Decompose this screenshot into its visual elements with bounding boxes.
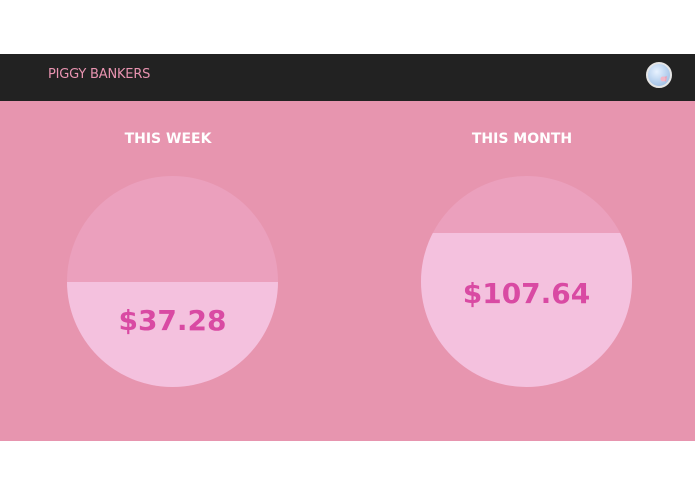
week-savings-gauge: $37.28 bbox=[67, 176, 278, 387]
week-savings-amount: $37.28 bbox=[118, 304, 227, 337]
app-brand-title[interactable]: PIGGY BANKERS bbox=[48, 67, 150, 82]
month-period-label: THIS MONTH bbox=[471, 131, 573, 147]
savings-dashboard: THIS WEEK $37.28 THIS MONTH $107.64 bbox=[0, 101, 695, 441]
user-avatar-icon[interactable] bbox=[646, 62, 672, 88]
month-savings-amount: $107.64 bbox=[462, 277, 591, 310]
month-savings-gauge: $107.64 bbox=[421, 176, 632, 387]
top-navbar: PIGGY BANKERS bbox=[0, 54, 695, 101]
week-period-label: THIS WEEK bbox=[124, 131, 212, 147]
